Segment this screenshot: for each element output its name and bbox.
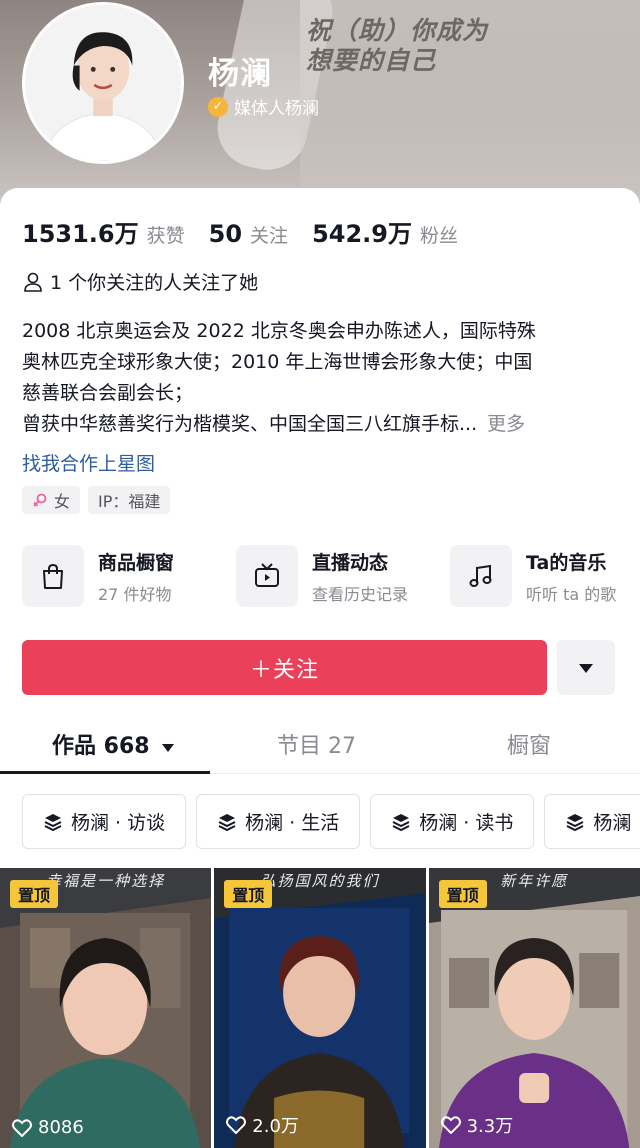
stat-following-label: 关注 (250, 225, 289, 247)
gender-label: 女 (54, 492, 71, 511)
bio-line-text: 曾获中华慈善奖行为楷模奖、中国全国三八红旗手标... (22, 413, 478, 435)
stat-followers[interactable]: 542.9万 粉丝 (312, 214, 458, 249)
content-tabs: 作品 668 节目 27 橱窗 (0, 716, 640, 774)
tv-icon (255, 563, 279, 587)
bio-more-link[interactable]: 更多 (487, 413, 525, 435)
more-options-button[interactable] (557, 640, 615, 695)
video-cover-image (428, 868, 640, 1148)
pinned-badge: 置顶 (438, 880, 487, 908)
video-cover-image (0, 868, 212, 1148)
stat-likes-label: 获赞 (146, 225, 185, 247)
stat-following-count: 50 (208, 220, 243, 248)
avatar[interactable] (22, 2, 184, 164)
mutual-followers[interactable]: 1 个你关注的人关注了她 (22, 268, 258, 295)
female-icon (33, 493, 47, 507)
collection-chips: 杨澜 · 访谈 杨澜 · 生活 杨澜 · 读书 杨澜 (22, 794, 640, 849)
collection-chip[interactable]: 杨澜 · 读书 (370, 794, 535, 849)
services-row: 商品橱窗 27 件好物 直播动态 查看历史记录 Ta的音乐 听听 ta 的歌 (22, 545, 640, 607)
collection-chip-label: 杨澜 · 读书 (419, 812, 514, 834)
service-music-sub: 听听 ta 的歌 (526, 584, 617, 604)
shopping-bag-icon (43, 563, 63, 589)
person-icon (24, 272, 42, 292)
layers-icon (44, 813, 62, 831)
service-showcase-sub: 27 件好物 (98, 584, 172, 604)
music-note-icon (469, 564, 492, 587)
heart-icon (440, 1116, 461, 1134)
heart-icon (12, 1118, 32, 1137)
bio-line: 奥林匹克全球形象大使；2010 年上海世博会形象大使；中国 (22, 351, 533, 373)
bio-line: 2008 北京奥运会及 2022 北京冬奥会申办陈述人，国际特殊 (22, 320, 536, 342)
pinned-badge: 置顶 (10, 880, 59, 908)
video-likes: 2.0万 (226, 1112, 299, 1138)
tab-programs[interactable]: 节目 27 (277, 728, 356, 760)
avatar-image (25, 5, 181, 161)
tab-works[interactable]: 作品 668 (52, 728, 175, 760)
follow-button[interactable]: ＋关注 (22, 640, 547, 695)
video-grid: 幸福是一种选择 置顶 8086 弘扬国风的我们 置顶 2.0万 新年许愿 置顶 … (0, 868, 640, 1148)
ip-tag: IP：福建 (88, 486, 171, 514)
collection-chip[interactable]: 杨澜 · 访谈 (22, 794, 187, 849)
bio-line: 曾获中华慈善奖行为楷模奖、中国全国三八红旗手标... 更多 (22, 409, 622, 440)
layers-icon (566, 813, 584, 831)
verified-label: 媒体人杨澜 (234, 99, 319, 119)
profile-name: 杨澜 (208, 56, 272, 92)
banner-slogan-line: 想要的自己 (306, 46, 437, 75)
collection-chip[interactable]: 杨澜 · 生活 (196, 794, 361, 849)
bio: 2008 北京奥运会及 2022 北京冬奥会申办陈述人，国际特殊 奥林匹克全球形… (22, 316, 622, 440)
stat-likes: 1531.6万 获赞 (22, 214, 185, 249)
video-thumbnail[interactable]: 幸福是一种选择 置顶 8086 (0, 868, 212, 1148)
video-likes-count: 2.0万 (252, 1116, 299, 1137)
stat-likes-count: 1531.6万 (22, 220, 139, 248)
caret-down-icon (162, 744, 175, 752)
tab-showcase[interactable]: 橱窗 (507, 728, 551, 760)
service-live-sub: 查看历史记录 (312, 584, 409, 604)
stat-followers-label: 粉丝 (419, 225, 458, 247)
banner-slogan-line: 祝（助）你成为 (306, 16, 489, 45)
bio-line: 慈善联合会副会长； (22, 382, 194, 404)
verification: ✓ 媒体人杨澜 (208, 94, 319, 119)
stats-row: 1531.6万 获赞 50 关注 542.9万 粉丝 (22, 214, 458, 249)
video-thumbnail[interactable]: 新年许愿 置顶 3.3万 (428, 868, 640, 1148)
banner-slogan: 祝（助）你成为 想要的自己 (306, 16, 488, 76)
service-live-icon-box (236, 545, 298, 607)
stat-followers-count: 542.9万 (312, 220, 412, 248)
service-music-title: Ta的音乐 (526, 551, 607, 574)
service-showcase[interactable]: 商品橱窗 27 件好物 (22, 545, 236, 607)
caret-down-icon (579, 663, 593, 673)
video-likes: 3.3万 (440, 1112, 514, 1138)
layers-icon (218, 813, 236, 831)
profile-tags: 女 IP：福建 (22, 486, 171, 514)
video-likes: 8086 (12, 1117, 84, 1138)
active-tab-indicator (0, 771, 210, 774)
collection-chip-label: 杨澜 · 访谈 (71, 812, 166, 834)
star-map-link[interactable]: 找我合作上星图 (22, 449, 155, 476)
layers-icon (392, 813, 410, 831)
gender-tag: 女 (22, 486, 81, 514)
service-live-title: 直播动态 (312, 551, 389, 574)
pinned-badge: 置顶 (224, 880, 273, 908)
mutual-followers-text: 1 个你关注的人关注了她 (50, 272, 259, 294)
video-thumbnail[interactable]: 弘扬国风的我们 置顶 2.0万 (214, 868, 426, 1148)
profile-card: 1531.6万 获赞 50 关注 542.9万 粉丝 1 个你关注的人关注了她 … (0, 188, 640, 1148)
service-live[interactable]: 直播动态 查看历史记录 (236, 545, 450, 607)
service-music-icon-box (450, 545, 512, 607)
tab-works-label: 作品 668 (52, 734, 150, 759)
collection-chip-label: 杨澜 · 生活 (245, 812, 340, 834)
service-music[interactable]: Ta的音乐 听听 ta 的歌 (450, 545, 640, 607)
collection-chip[interactable]: 杨澜 (544, 794, 640, 849)
video-cover-image (214, 868, 426, 1148)
verified-badge-icon: ✓ (208, 96, 228, 117)
video-likes-count: 8086 (38, 1117, 84, 1138)
heart-icon (226, 1116, 247, 1134)
video-likes-count: 3.3万 (466, 1116, 514, 1137)
service-showcase-title: 商品橱窗 (98, 551, 175, 574)
service-showcase-icon-box (22, 545, 84, 607)
collection-chip-label: 杨澜 (593, 812, 632, 834)
stat-following[interactable]: 50 关注 (209, 220, 288, 248)
